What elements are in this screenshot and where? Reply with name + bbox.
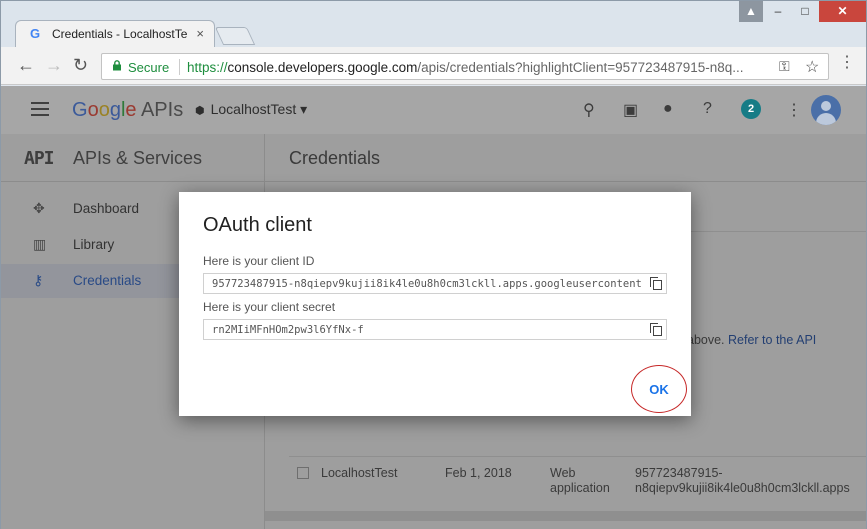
- dashboard-icon: ✥: [33, 200, 45, 216]
- dialog-title: OAuth client: [203, 214, 312, 236]
- address-bar[interactable]: Secure https://console.developers.google…: [101, 53, 829, 80]
- avatar[interactable]: [811, 95, 841, 125]
- url-path: /apis/credentials?highlightClient=957723…: [417, 60, 744, 75]
- gift-icon[interactable]: ▣: [623, 100, 638, 120]
- lock-icon: [113, 60, 121, 71]
- minimize-button[interactable]: –: [765, 1, 791, 22]
- url-text[interactable]: https://console.developers.google.com/ap…: [187, 60, 777, 75]
- star-icon[interactable]: ☆: [805, 57, 819, 77]
- background-text: above. Refer to the API: [687, 333, 817, 347]
- client-type-cell: application: [550, 481, 610, 495]
- secure-label: Secure: [128, 60, 170, 75]
- more-options-icon[interactable]: ⋮: [786, 100, 802, 120]
- hamburger-menu-icon[interactable]: [31, 102, 49, 116]
- app-bar: Google APIs ⬢ LocalhostTest ▾ ⚲ ▣ ● ? 2 ⋮: [1, 86, 866, 134]
- client-id-cell: 957723487915-: [635, 466, 723, 480]
- sidebar-title: APIs & Services: [73, 148, 203, 168]
- close-window-button[interactable]: ✕: [819, 1, 866, 22]
- google-apis-logo[interactable]: Google APIs: [72, 99, 183, 122]
- feedback-icon[interactable]: ●: [663, 100, 673, 118]
- sidebar-item-label: Dashboard: [73, 201, 140, 216]
- forward-icon[interactable]: →: [45, 56, 63, 74]
- browser-toolbar: ← → ↻ Secure https://console.developers.…: [1, 47, 866, 85]
- client-secret-field[interactable]: rn2MIiMFnHOm2pw3l6YfNx-f: [203, 319, 667, 340]
- tab-close-icon[interactable]: ×: [196, 26, 204, 41]
- tab-strip: G Credentials - LocalhostTe × ▲ – □ ✕: [1, 1, 866, 48]
- project-name: LocalhostTest: [210, 101, 297, 117]
- client-id-label: Here is your client ID: [203, 254, 315, 268]
- notifications-badge[interactable]: 2: [741, 99, 761, 119]
- copy-icon[interactable]: [650, 323, 662, 336]
- profile-window-icon[interactable]: ▲: [739, 1, 763, 22]
- tab-title: Credentials - LocalhostTe: [52, 27, 188, 41]
- browser-window: G Credentials - LocalhostTe × ▲ – □ ✕ ← …: [0, 0, 867, 529]
- client-name-cell[interactable]: LocalhostTest: [321, 466, 397, 480]
- horizontal-scrollbar[interactable]: [265, 511, 866, 521]
- url-host: console.developers.google.com: [227, 60, 418, 75]
- client-type-cell: Web: [550, 466, 576, 480]
- api-logo-icon: API: [24, 148, 54, 169]
- project-selector[interactable]: ⬢ LocalhostTest ▾: [195, 101, 307, 118]
- browser-menu-icon[interactable]: ⋮: [839, 55, 855, 71]
- oauth-client-dialog: OAuth client Here is your client ID 9577…: [179, 192, 691, 416]
- key-icon[interactable]: ⚿: [779, 58, 790, 75]
- back-icon[interactable]: ←: [17, 56, 35, 74]
- maximize-button[interactable]: □: [792, 1, 818, 22]
- google-favicon-icon: G: [30, 26, 41, 41]
- api-docs-link[interactable]: Refer to the API: [728, 333, 816, 347]
- new-tab-button[interactable]: [214, 27, 256, 45]
- client-id-value[interactable]: 957723487915-n8qiepv9kujii8ik4le0u8h0cm3…: [212, 278, 644, 290]
- ok-button[interactable]: OK: [631, 365, 687, 413]
- reload-icon[interactable]: ↻: [73, 56, 88, 74]
- divider: [289, 456, 866, 457]
- row-checkbox[interactable]: [297, 467, 309, 479]
- sidebar-item-label: Library: [73, 237, 115, 252]
- sidebar-header: API APIs & Services: [1, 134, 265, 182]
- client-date-cell: Feb 1, 2018: [445, 466, 512, 480]
- project-icon: ⬢: [195, 105, 205, 117]
- sidebar-item-label: Credentials: [73, 273, 142, 288]
- client-id-field[interactable]: 957723487915-n8qiepv9kujii8ik4le0u8h0cm3…: [203, 273, 667, 294]
- library-icon: ▥: [33, 236, 47, 252]
- main-header: Credentials: [265, 134, 866, 182]
- search-icon[interactable]: ⚲: [583, 100, 595, 120]
- client-secret-label: Here is your client secret: [203, 300, 336, 314]
- page-title: Credentials: [289, 148, 381, 168]
- client-id-cell: n8qiepv9kujii8ik4le0u8h0cm3lckll.apps: [635, 481, 850, 495]
- browser-tab[interactable]: G Credentials - LocalhostTe ×: [15, 20, 215, 48]
- client-secret-value[interactable]: rn2MIiMFnHOm2pw3l6YfNx-f: [212, 324, 644, 336]
- copy-icon[interactable]: [650, 277, 662, 290]
- key-icon: ⚷: [33, 272, 44, 288]
- help-icon[interactable]: ?: [703, 100, 712, 118]
- omnibox-divider: [179, 59, 180, 75]
- chevron-down-icon: ▾: [300, 101, 308, 117]
- url-scheme: https://: [187, 60, 228, 75]
